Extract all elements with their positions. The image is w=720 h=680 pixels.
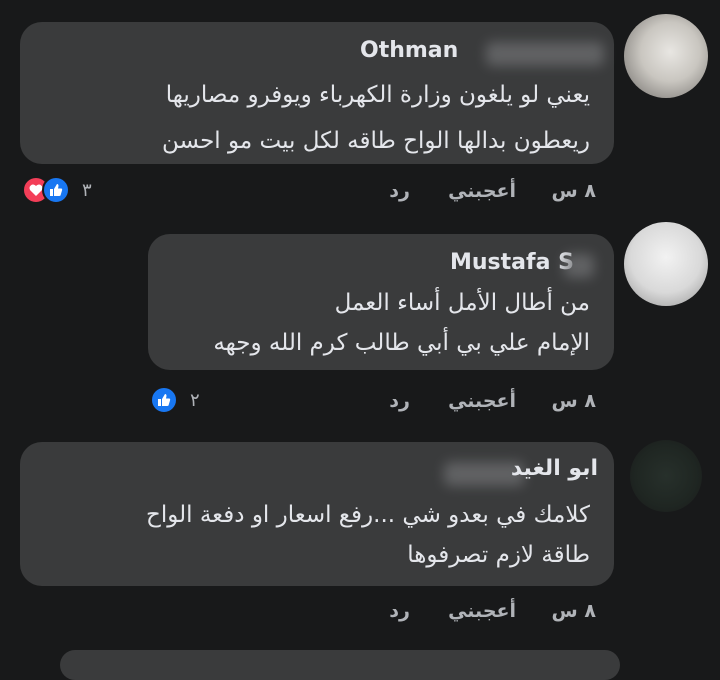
like-icon	[42, 176, 70, 204]
like-button[interactable]: أعجبني	[448, 600, 516, 622]
reaction-summary[interactable]: ٣	[22, 176, 92, 204]
avatar[interactable]	[624, 14, 708, 98]
like-button[interactable]: أعجبني	[448, 390, 516, 412]
comment-actions: ٨ س أعجبني رد	[380, 390, 600, 416]
author-name[interactable]: ابو الغيد	[511, 456, 598, 481]
like-button[interactable]: أعجبني	[448, 180, 516, 202]
avatar[interactable]	[624, 222, 708, 306]
comment-line-2: طاقة لازم تصرفوها	[407, 542, 590, 568]
comment-line-2: الإمام علي بي أبي طالب كرم الله وجهه	[213, 330, 590, 356]
comment-line-1: يعني لو يلغون وزارة الكهرباء ويوفرو مصار…	[165, 82, 590, 108]
reply-button[interactable]: رد	[389, 180, 410, 202]
comment-line-1: كلامك في بعدو شي ...رفع اسعار او دفعة ال…	[146, 502, 590, 528]
comment-bubble: Othman يعني لو يلغون وزارة الكهرباء ويوف…	[20, 22, 614, 164]
like-icon	[150, 386, 178, 414]
author-name-blur	[486, 42, 604, 66]
timestamp[interactable]: ٨ س	[552, 390, 596, 412]
author-name[interactable]: Othman	[360, 38, 458, 63]
comment-actions: ٨ س أعجبني رد	[380, 600, 600, 626]
author-name[interactable]: Mustafa S	[450, 250, 574, 275]
reaction-summary[interactable]: ٢	[150, 386, 200, 414]
avatar[interactable]	[630, 440, 702, 512]
next-comment-bubble	[60, 650, 620, 680]
comment-bubble: Mustafa S من أطال الأمل أساء العمل الإما…	[148, 234, 614, 370]
timestamp[interactable]: ٨ س	[552, 600, 596, 622]
comment-actions: ٨ س أعجبني رد	[380, 180, 600, 206]
reply-button[interactable]: رد	[389, 600, 410, 622]
comment-line-2: ريعطون بدالها الواح طاقه لكل بيت مو احسن	[162, 128, 590, 154]
reply-button[interactable]: رد	[389, 390, 410, 412]
comment-bubble: ابو الغيد كلامك في بعدو شي ...رفع اسعار …	[20, 442, 614, 586]
timestamp[interactable]: ٨ س	[552, 180, 596, 202]
author-name-blur	[564, 254, 594, 278]
comment-line-1: من أطال الأمل أساء العمل	[334, 290, 590, 316]
reaction-count: ٢	[190, 389, 200, 411]
reaction-count: ٣	[82, 179, 92, 201]
